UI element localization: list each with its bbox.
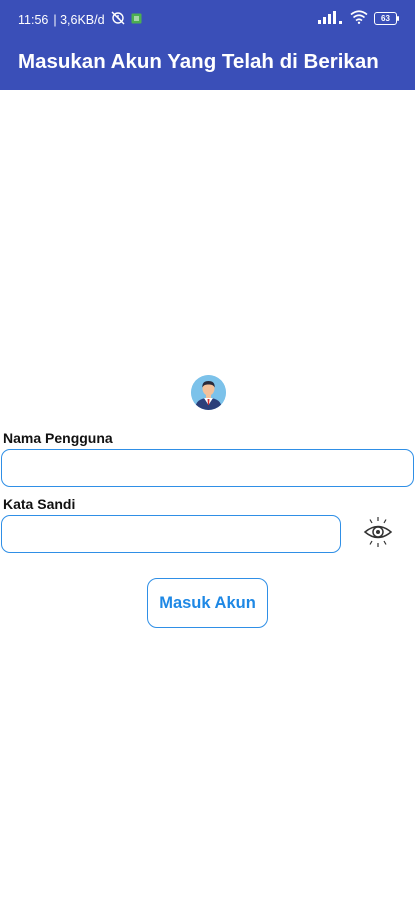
signal-icon <box>318 10 344 27</box>
status-left: 11:56 | 3,6KB/d <box>18 11 142 28</box>
page-title: Masukan Akun Yang Telah di Berikan <box>18 50 379 73</box>
user-avatar-icon <box>191 375 226 410</box>
sim-icon <box>131 13 142 27</box>
login-button[interactable]: Masuk Akun <box>147 578 268 628</box>
battery-level: 63 <box>381 14 390 23</box>
app-bar: Masukan Akun Yang Telah di Berikan <box>0 36 415 90</box>
status-network-speed: | 3,6KB/d <box>53 12 105 27</box>
password-label: Kata Sandi <box>3 496 76 512</box>
username-input[interactable] <box>2 450 413 486</box>
username-label: Nama Pengguna <box>3 430 113 446</box>
password-input[interactable] <box>2 516 340 552</box>
battery-icon: 63 <box>374 12 399 25</box>
eye-icon[interactable] <box>362 516 394 548</box>
alarm-off-icon <box>110 11 126 28</box>
status-time: 11:56 <box>18 12 49 27</box>
username-field[interactable] <box>1 449 414 487</box>
status-right: 63 <box>318 10 399 27</box>
wifi-icon <box>350 10 368 27</box>
password-field[interactable] <box>1 515 341 553</box>
status-bar: 11:56 | 3,6KB/d 63 <box>0 0 415 36</box>
